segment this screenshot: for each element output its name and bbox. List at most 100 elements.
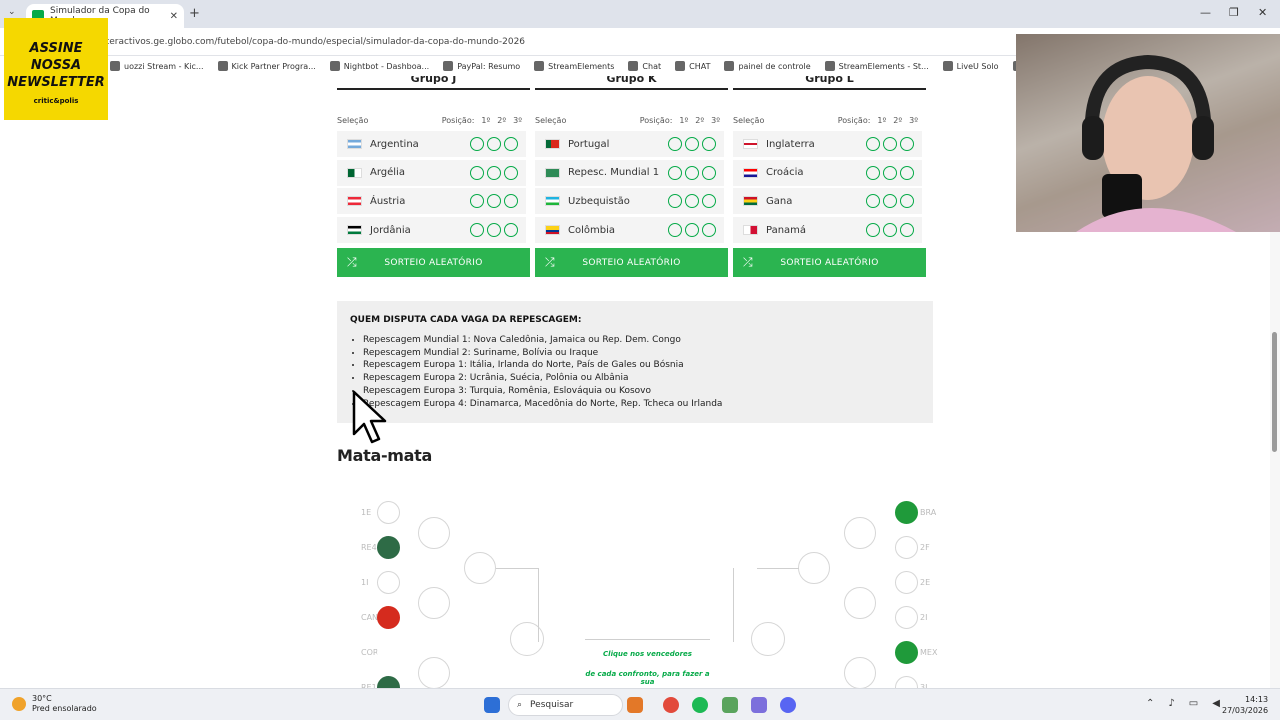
volume-icon[interactable]: ◀ <box>1212 698 1220 709</box>
weather-widget[interactable]: 30°C Pred ensolarado <box>12 694 97 714</box>
position-1-radio[interactable] <box>470 137 484 151</box>
position-2-radio[interactable] <box>883 223 897 238</box>
position-3-radio[interactable] <box>504 165 518 180</box>
position-3-radio[interactable] <box>900 223 914 238</box>
monitor-icon[interactable]: ▭ <box>1189 698 1198 709</box>
new-tab-plus-icon[interactable]: + <box>189 6 200 21</box>
bracket-team-slot[interactable] <box>895 606 918 629</box>
group-column-labels: Seleção Posição: 1º 2º 3º <box>733 116 918 125</box>
position-selectors <box>668 223 716 238</box>
random-draw-button[interactable]: ⤮ SORTEIO ALEATÓRIO <box>733 248 926 277</box>
restore-icon[interactable]: ❐ <box>1229 6 1239 19</box>
position-3-radio[interactable] <box>900 137 914 151</box>
clock[interactable]: 14:13 27/03/2026 <box>1222 694 1268 716</box>
discord-icon[interactable] <box>780 697 796 713</box>
team-row: Argélia <box>337 159 526 186</box>
bracket-team-slot[interactable] <box>895 641 918 664</box>
bracket-round-slot[interactable] <box>418 657 450 688</box>
position-3-radio[interactable] <box>702 194 716 209</box>
bracket-round-slot[interactable] <box>418 587 450 619</box>
position-2-radio[interactable] <box>487 165 501 180</box>
position-2-radio[interactable] <box>883 137 897 151</box>
position-1-radio[interactable] <box>668 223 682 238</box>
position-1-radio[interactable] <box>866 165 880 180</box>
position-2-radio[interactable] <box>487 194 501 209</box>
bookmark-item[interactable]: PayPal: Resumo <box>443 61 520 71</box>
bracket-team-slot[interactable] <box>377 606 400 629</box>
mic-icon[interactable]: ♪ <box>1168 698 1174 709</box>
url-text[interactable]: nteractivos.ge.globo.com/futebol/copa-do… <box>100 37 525 47</box>
app-icon[interactable] <box>722 697 738 713</box>
position-3-radio[interactable] <box>504 137 518 151</box>
random-draw-button[interactable]: ⤮ SORTEIO ALEATÓRIO <box>337 248 530 277</box>
bracket-round-slot[interactable] <box>844 587 876 619</box>
position-3-radio[interactable] <box>702 137 716 151</box>
position-1-radio[interactable] <box>470 194 484 209</box>
bracket-team-slot[interactable] <box>377 536 400 559</box>
bracket-team-slot[interactable] <box>895 571 918 594</box>
position-3-radio[interactable] <box>702 223 716 238</box>
bracket-team-slot[interactable] <box>377 501 400 524</box>
bracket-team-slot[interactable] <box>895 536 918 559</box>
bracket-team-slot[interactable] <box>377 571 400 594</box>
bookmark-item[interactable]: Nightbot - Dashboa... <box>329 61 429 71</box>
minimize-icon[interactable]: — <box>1200 6 1211 19</box>
bookmark-item[interactable]: CHAT <box>675 61 710 71</box>
bookmark-item[interactable]: LiveU Solo <box>942 61 999 71</box>
bracket-team-slot[interactable] <box>377 641 400 664</box>
position-1-radio[interactable] <box>668 194 682 209</box>
uzbekistan-flag-icon <box>545 196 560 207</box>
bracket-round-slot[interactable] <box>418 517 450 549</box>
obs-icon[interactable] <box>751 697 767 713</box>
repescagem-item: Repescagem Europa 2: Ucrânia, Suécia, Po… <box>363 372 722 385</box>
chrome-icon[interactable] <box>663 697 679 713</box>
bracket-round-slot[interactable] <box>751 622 785 656</box>
position-3-radio[interactable] <box>702 165 716 180</box>
position-1-radio[interactable] <box>866 194 880 209</box>
system-tray[interactable]: ⌃ ♪ ▭ ◀ <box>1146 698 1220 709</box>
bracket-round-slot[interactable] <box>844 517 876 549</box>
scroll-thumb[interactable] <box>1272 332 1277 452</box>
tab-close-icon[interactable]: ✕ <box>170 11 178 22</box>
position-2-radio[interactable] <box>685 194 699 209</box>
tab-menu-chevron-icon[interactable]: ⌄ <box>8 7 16 17</box>
taskbar-search[interactable]: ⌕ Pesquisar <box>508 694 623 716</box>
position-1-radio[interactable] <box>866 223 880 238</box>
position-1-radio[interactable] <box>470 165 484 180</box>
position-1-radio[interactable] <box>668 165 682 180</box>
position-3-radio[interactable] <box>504 223 518 238</box>
windows-start-icon[interactable] <box>484 697 500 713</box>
bracket-round-slot[interactable] <box>464 552 496 584</box>
position-1-radio[interactable] <box>470 223 484 238</box>
position-3-radio[interactable] <box>504 194 518 209</box>
bracket-team-slot[interactable] <box>895 676 918 688</box>
position-2-radio[interactable] <box>487 137 501 151</box>
newsletter-promo[interactable]: ASSINE NOSSA NEWSLETTER critic&polis <box>4 18 108 120</box>
taskbar-app-icon[interactable] <box>627 697 643 713</box>
position-2-radio[interactable] <box>685 165 699 180</box>
random-draw-button[interactable]: ⤮ SORTEIO ALEATÓRIO <box>535 248 728 277</box>
bookmark-item[interactable]: uozzi Stream - Kic... <box>110 61 204 71</box>
bracket-round-slot[interactable] <box>844 657 876 688</box>
bookmark-item[interactable]: StreamElements - St... <box>824 61 929 71</box>
chevron-up-icon[interactable]: ⌃ <box>1146 698 1154 709</box>
repescagem-item: Repescagem Mundial 1: Nova Caledônia, Ja… <box>363 334 722 347</box>
position-2-radio[interactable] <box>883 194 897 209</box>
position-1-radio[interactable] <box>866 137 880 151</box>
position-2-radio[interactable] <box>685 137 699 151</box>
position-3-radio[interactable] <box>900 194 914 209</box>
position-3-radio[interactable] <box>900 165 914 180</box>
bookmark-item[interactable]: Kick Partner Progra... <box>217 61 316 71</box>
bookmark-item[interactable]: painel de controle <box>724 61 811 71</box>
bracket-team-slot[interactable] <box>895 501 918 524</box>
position-1-radio[interactable] <box>668 137 682 151</box>
bookmark-item[interactable]: StreamElements <box>534 61 614 71</box>
position-2-radio[interactable] <box>487 223 501 238</box>
bracket-team-slot[interactable] <box>377 676 400 688</box>
position-2-radio[interactable] <box>883 165 897 180</box>
window-close-icon[interactable]: ✕ <box>1258 6 1267 19</box>
bookmark-item[interactable]: Chat <box>628 61 661 71</box>
position-2-radio[interactable] <box>685 223 699 238</box>
bracket-round-slot[interactable] <box>798 552 830 584</box>
spotify-icon[interactable] <box>692 697 708 713</box>
